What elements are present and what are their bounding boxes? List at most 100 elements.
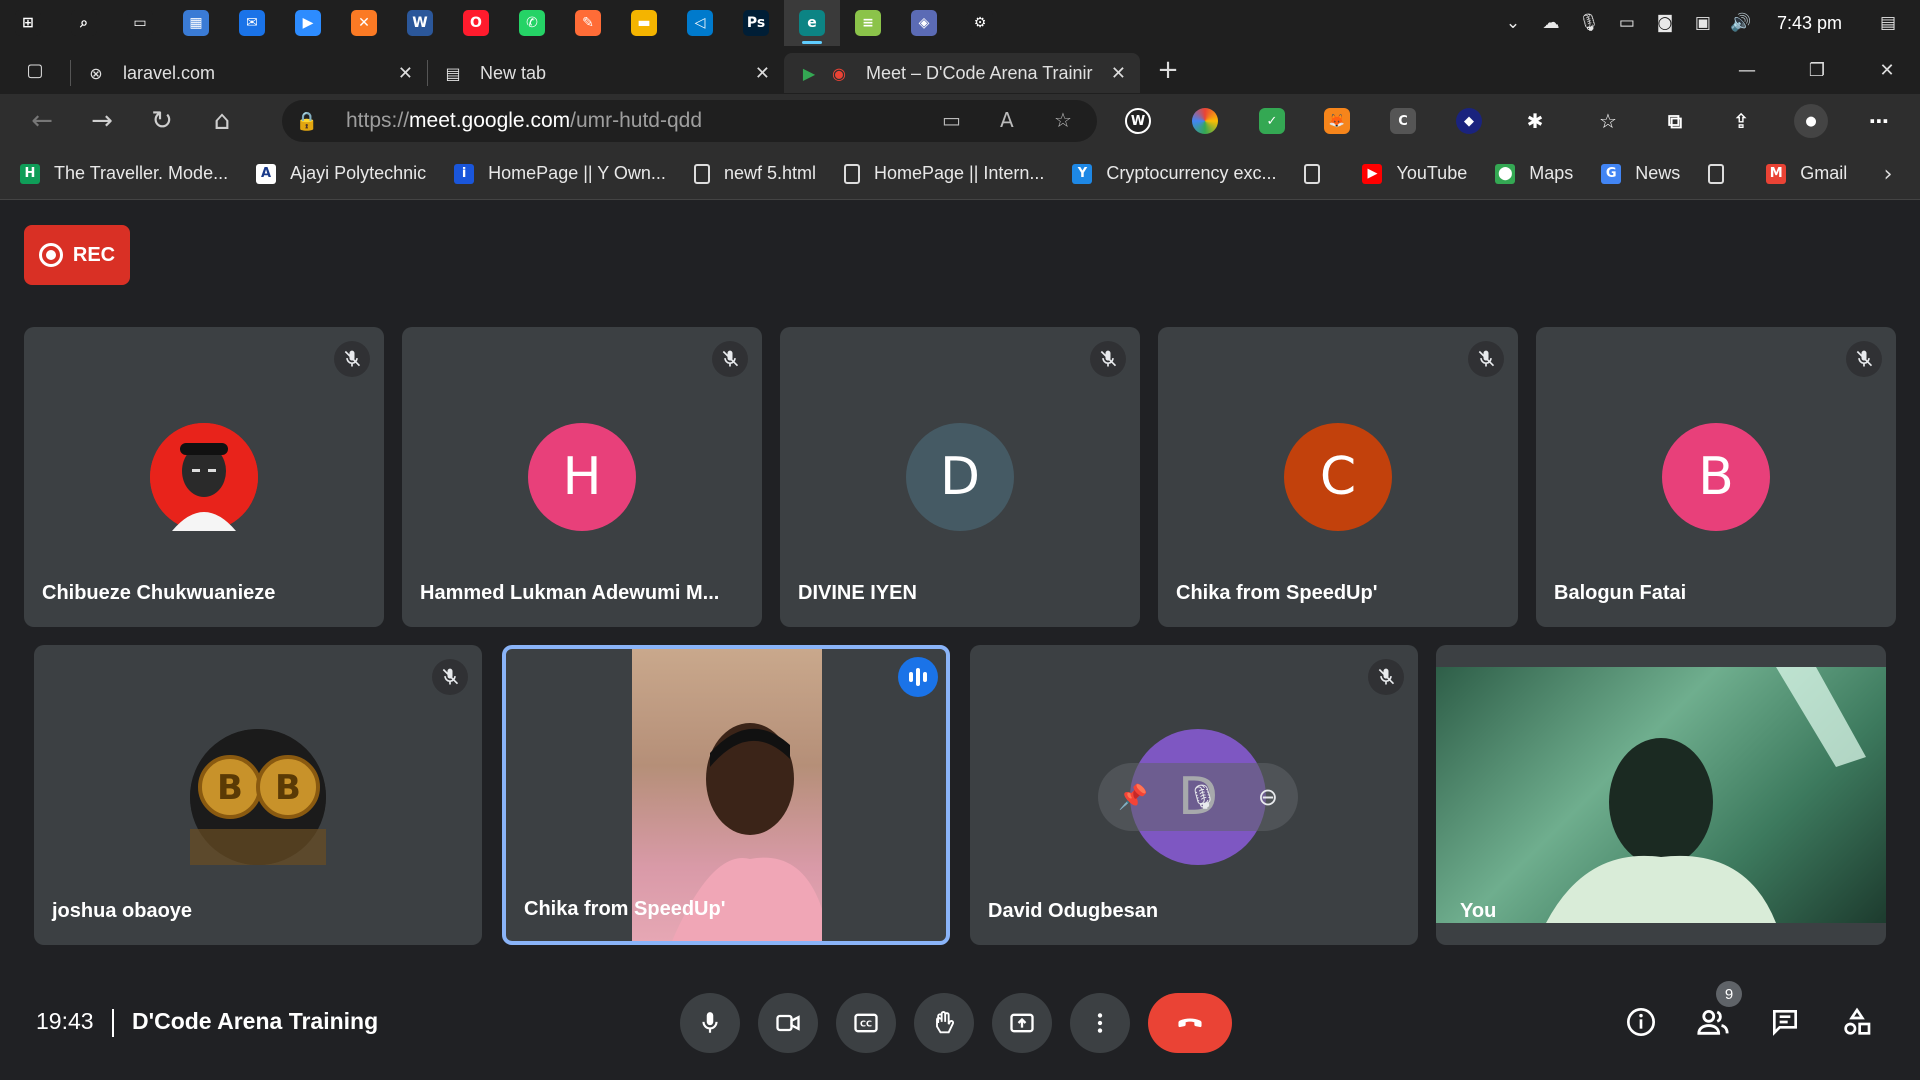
camera-permission-icon[interactable]: ▭ — [942, 108, 961, 132]
home-icon[interactable]: ⌂ — [192, 94, 252, 148]
raise-hand-button[interactable] — [914, 993, 974, 1053]
taskbar-app[interactable]: ▬ — [616, 0, 672, 46]
shield-extension-icon[interactable]: ◆ — [1456, 108, 1482, 134]
color-picker-extension-icon[interactable] — [1192, 108, 1218, 134]
taskbar-app[interactable]: ◈ — [896, 0, 952, 46]
more-menu-icon[interactable]: ⋯ — [1866, 108, 1892, 134]
new-tab-plus-icon[interactable]: + — [1140, 46, 1196, 94]
taskbar-app[interactable]: ◁ — [672, 0, 728, 46]
bookmark-item[interactable]: G News — [1601, 163, 1680, 184]
leave-call-button[interactable] — [1148, 993, 1232, 1053]
participant-tile[interactable]: B Balogun Fatai — [1536, 327, 1896, 627]
bookmarks-overflow-chevron-icon[interactable]: › — [1868, 148, 1908, 200]
bookmark-item[interactable]: ⬤ Maps — [1495, 163, 1573, 184]
participant-tile[interactable]: BB joshua obaoye — [34, 645, 482, 945]
taskbar-app[interactable]: ⚙ — [952, 0, 1008, 46]
extensions-puzzle-icon[interactable]: ✱ — [1522, 108, 1548, 134]
network-icon[interactable]: ▣ — [1691, 13, 1715, 33]
participant-tile[interactable]: Chibueze Chukwuanieze — [24, 327, 384, 627]
tab-close-icon[interactable]: ✕ — [398, 63, 413, 84]
camera-button[interactable] — [758, 993, 818, 1053]
speaking-indicator-icon — [898, 657, 938, 697]
taskbar-app[interactable]: ✉ — [224, 0, 280, 46]
taskbar-app[interactable]: ≡ — [840, 0, 896, 46]
microphone-tray-icon[interactable]: 🎙 — [1577, 13, 1601, 33]
participant-tile[interactable]: D 📌 🎙 ⊖ David Odugbesan — [970, 645, 1418, 945]
bookmark-item[interactable]: Y Cryptocurrency exc... — [1072, 163, 1276, 184]
participant-tile[interactable]: C Chika from SpeedUp' — [1158, 327, 1518, 627]
tile-hover-controls: 📌 🎙 ⊖ — [1098, 763, 1298, 831]
tab-new-tab[interactable]: ▤ New tab ✕ — [428, 53, 784, 93]
taskbar-app[interactable]: Ps — [728, 0, 784, 46]
taskbar-app[interactable]: ▶ — [280, 0, 336, 46]
tab-close-icon[interactable]: ✕ — [755, 63, 770, 84]
bookmark-item[interactable]: ▯ — [1708, 163, 1738, 184]
lock-icon[interactable]: 🔒 — [282, 111, 332, 132]
w-extension-icon[interactable]: W — [1125, 108, 1151, 134]
microphone-button[interactable] — [680, 993, 740, 1053]
favorites-icon[interactable]: ☆ — [1595, 108, 1621, 134]
chat-button[interactable] — [1760, 997, 1810, 1047]
minimize-icon[interactable]: — — [1712, 46, 1782, 94]
notifications-icon[interactable]: ▤ — [1876, 13, 1900, 33]
taskbar-app[interactable]: ▭ — [112, 0, 168, 46]
onedrive-icon[interactable]: ☁ — [1539, 13, 1563, 33]
recording-badge[interactable]: REC — [24, 225, 130, 285]
bookmark-item[interactable]: i HomePage || Y Own... — [454, 163, 666, 184]
share-icon[interactable]: ⇪ — [1728, 108, 1754, 134]
participant-tile[interactable]: D DIVINE IYEN — [780, 327, 1140, 627]
taskbar-app[interactable]: e — [784, 0, 840, 46]
remove-participant-icon[interactable]: ⊖ — [1258, 783, 1278, 811]
forward-arrow-icon[interactable]: → — [72, 94, 132, 148]
meeting-details-button[interactable] — [1616, 997, 1666, 1047]
participant-tile[interactable]: H Hammed Lukman Adewumi M... — [402, 327, 762, 627]
captions-button[interactable]: CC — [836, 993, 896, 1053]
bookmark-item[interactable]: ▶ YouTube — [1362, 163, 1467, 184]
mute-participant-icon[interactable]: 🎙 — [1188, 783, 1218, 811]
activities-button[interactable] — [1832, 997, 1882, 1047]
green-extension-icon[interactable]: ✓ — [1259, 108, 1285, 134]
chevron-up-icon[interactable]: ⌄ — [1501, 13, 1525, 33]
battery-icon[interactable]: ▭ — [1615, 13, 1639, 33]
read-aloud-icon[interactable]: A — [1000, 108, 1014, 132]
back-arrow-icon[interactable]: ← — [12, 94, 72, 148]
taskbar-app[interactable]: O — [448, 0, 504, 46]
bookmarks-bar: H The Traveller. Mode... A Ajayi Polytechni… — [0, 148, 1920, 200]
zoom-icon: ▶ — [295, 10, 321, 36]
bookmark-item[interactable]: ▯ — [1304, 163, 1334, 184]
bookmark-item[interactable]: ▯ HomePage || Intern... — [843, 163, 1044, 184]
restore-icon[interactable]: ❐ — [1782, 46, 1852, 94]
refresh-icon[interactable]: ↻ — [132, 94, 192, 148]
taskbar-app[interactable]: ✆ — [504, 0, 560, 46]
metamask-icon[interactable]: 🦊 — [1324, 108, 1350, 134]
volume-icon[interactable]: 🔊 — [1729, 13, 1753, 33]
more-options-button[interactable] — [1070, 993, 1130, 1053]
tab-meet[interactable]: ▶ ◉ Meet – D'Code Arena Trainir ✕ — [784, 53, 1140, 93]
taskbar-app[interactable]: ✎ — [560, 0, 616, 46]
add-favorite-icon[interactable]: ☆ — [1054, 108, 1072, 132]
c-extension-icon[interactable]: C — [1390, 108, 1416, 134]
self-view-tile[interactable]: You — [1436, 645, 1886, 945]
tab-laravel[interactable]: ⊗ laravel.com ✕ — [71, 53, 427, 93]
present-screen-button[interactable] — [992, 993, 1052, 1053]
pin-icon[interactable]: 📌 — [1118, 783, 1148, 811]
webcam-tray-icon[interactable]: ◙ — [1653, 13, 1677, 33]
taskbar-app[interactable]: W — [392, 0, 448, 46]
bookmark-item[interactable]: A Ajayi Polytechnic — [256, 163, 426, 184]
url-text[interactable]: https://meet.google.com/umr-hutd-qdd — [346, 109, 702, 133]
taskbar-app[interactable]: ▦ — [168, 0, 224, 46]
tab-actions-icon[interactable]: ▢ — [0, 46, 70, 94]
taskbar-app[interactable]: ⊞ — [0, 0, 56, 46]
taskbar-app[interactable]: ✕ — [336, 0, 392, 46]
bookmark-item[interactable]: H The Traveller. Mode... — [20, 163, 228, 184]
bookmark-item[interactable]: ▯ newf 5.html — [693, 163, 816, 184]
profile-avatar[interactable]: ● — [1794, 104, 1828, 138]
taskbar-app[interactable]: ⌕ — [56, 0, 112, 46]
participant-tile-active-speaker[interactable]: Chika from SpeedUp' — [502, 645, 950, 945]
bookmark-item[interactable]: M Gmail — [1766, 163, 1847, 184]
tab-close-icon[interactable]: ✕ — [1111, 63, 1126, 84]
collections-icon[interactable]: ⧉ — [1662, 108, 1688, 134]
taskbar-clock[interactable]: 7:43 pm — [1777, 13, 1842, 34]
close-window-icon[interactable]: ✕ — [1852, 46, 1920, 94]
address-bar[interactable]: 🔒 https://meet.google.com/umr-hutd-qdd ▭… — [282, 100, 1097, 142]
